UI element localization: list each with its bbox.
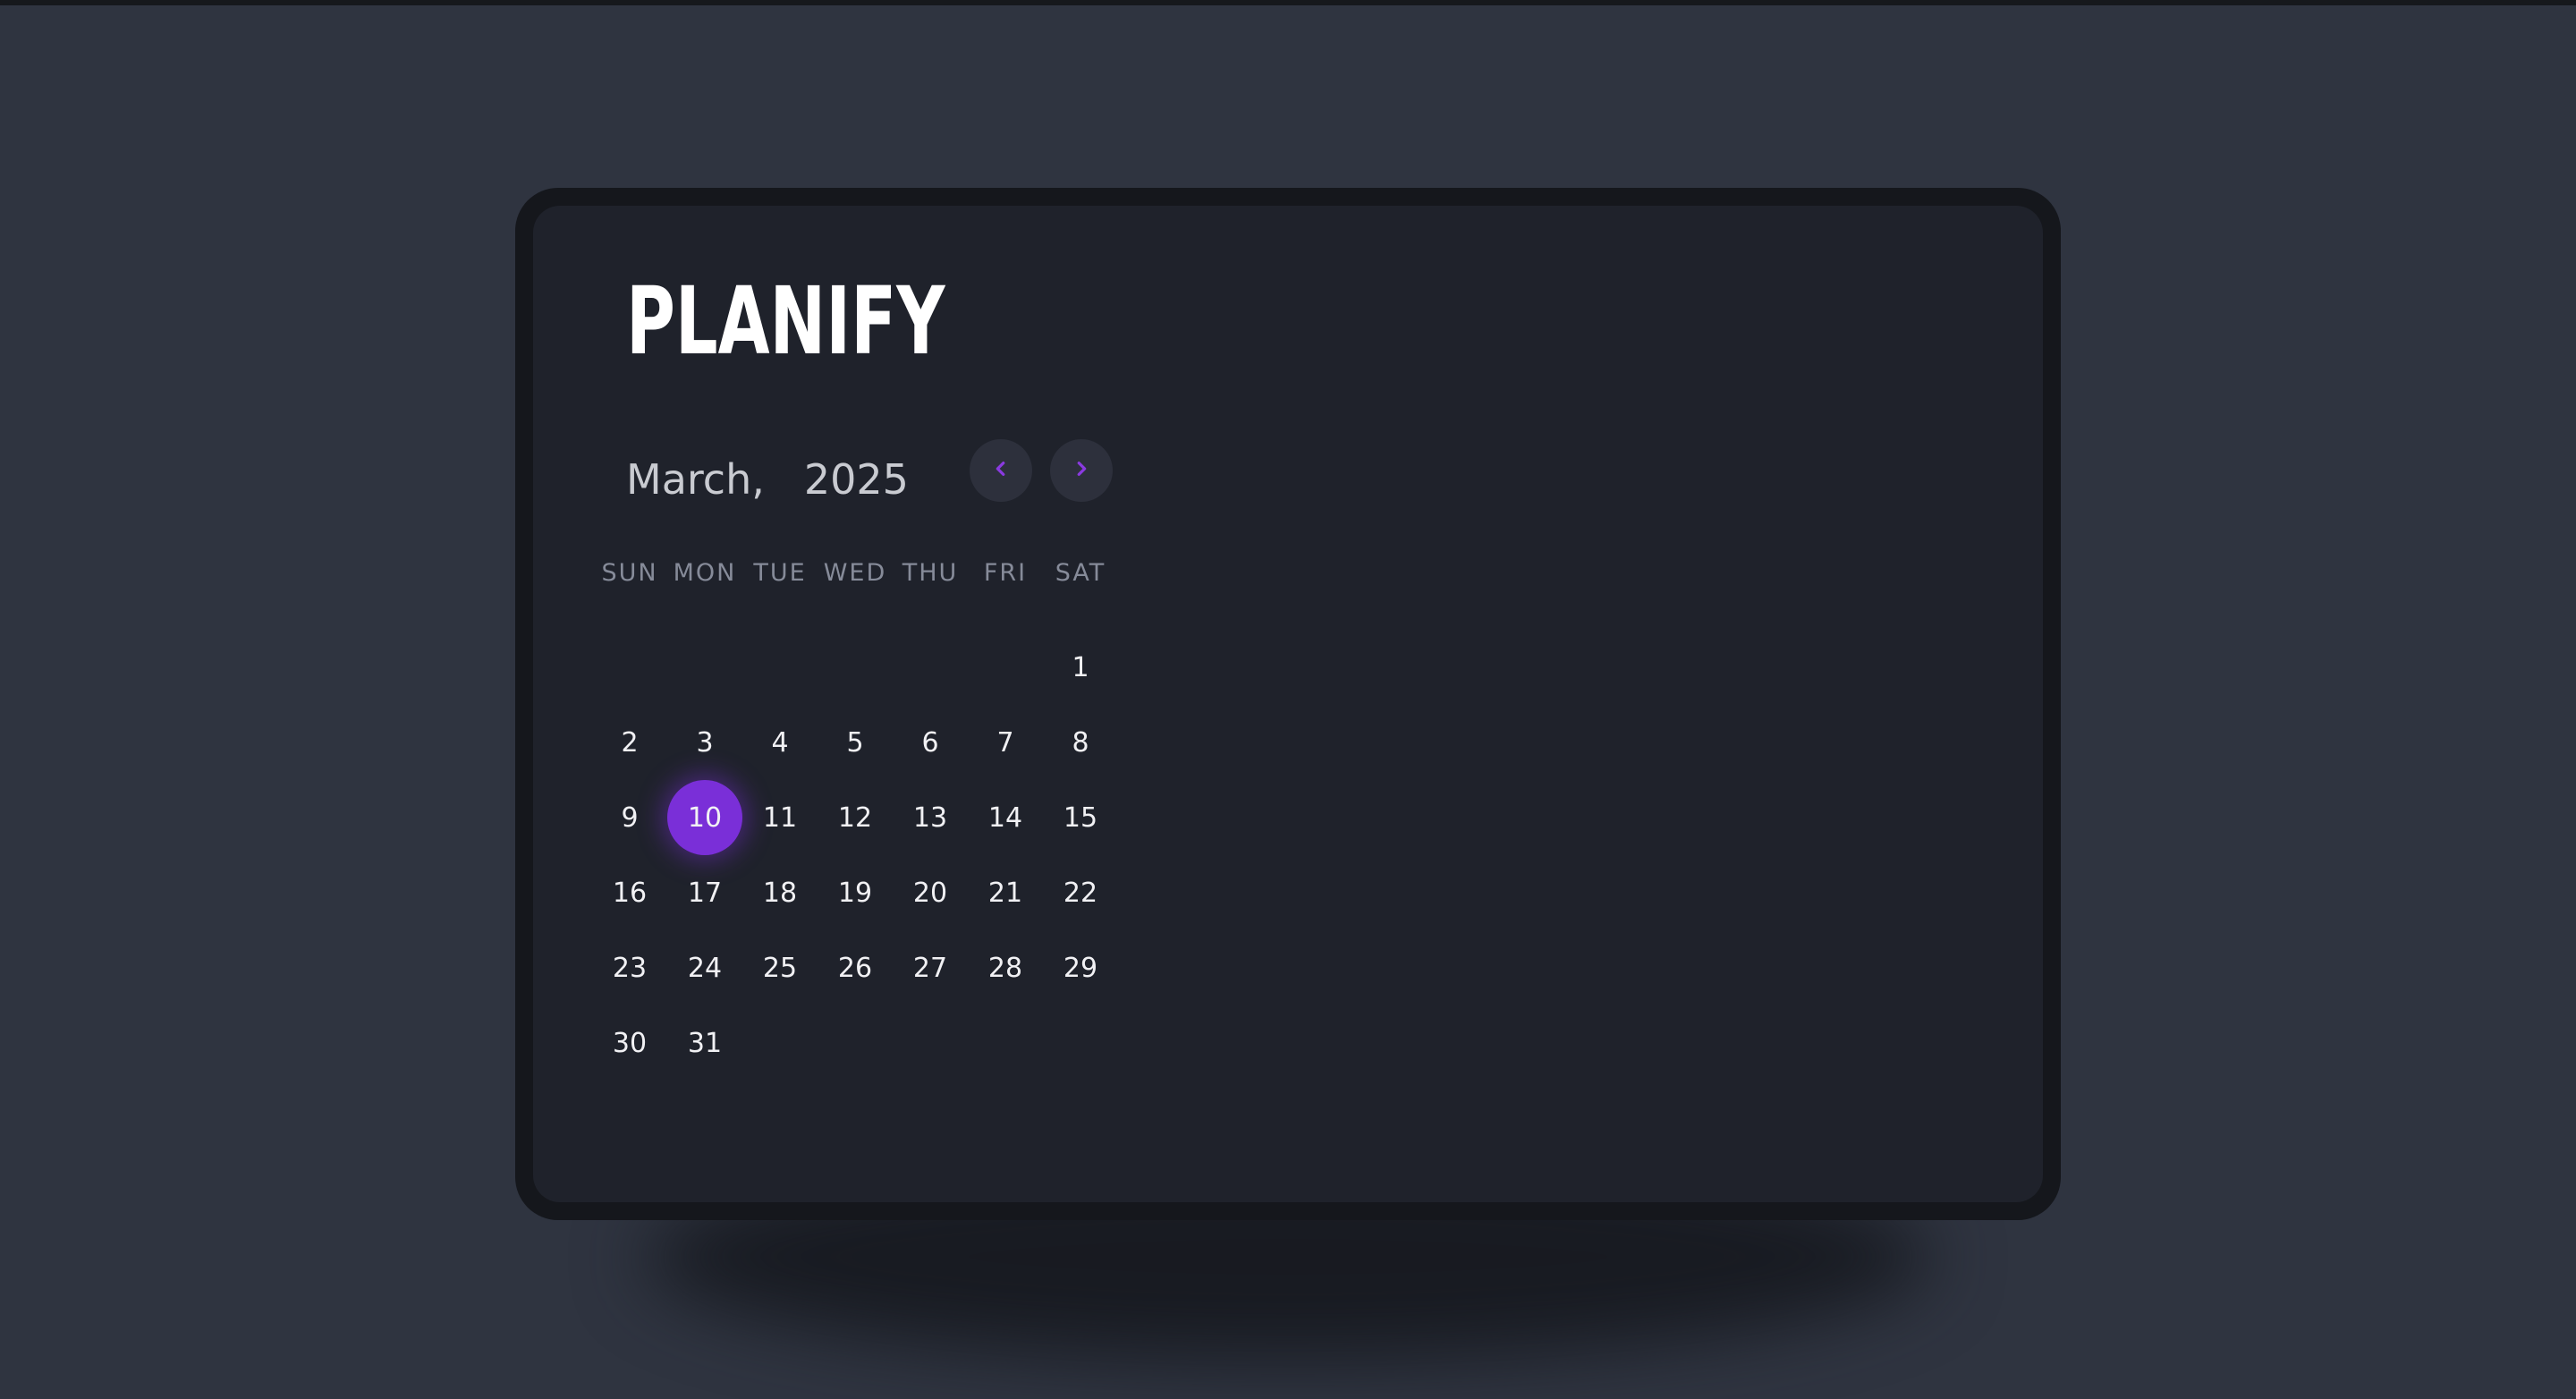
weekday-mon: MON (673, 558, 737, 587)
day-30[interactable]: 30 (592, 1005, 667, 1081)
weekday-thu: THU (902, 558, 959, 587)
month-label: March, (626, 455, 765, 504)
day-number: 12 (837, 801, 873, 834)
day-number: 25 (762, 952, 798, 984)
weekday-fri: FRI (983, 558, 1028, 587)
day-number: 17 (687, 877, 723, 909)
day-number: 8 (1072, 726, 1089, 759)
day-number: 16 (612, 877, 648, 909)
day-number: 11 (762, 801, 798, 834)
day-17[interactable]: 17 (667, 855, 742, 930)
empty-day-cell (893, 630, 968, 705)
day-29[interactable]: 29 (1043, 930, 1118, 1005)
day-number: 1 (1072, 651, 1089, 683)
weekday-header: SUN MON TUE WED THU FRI SAT (592, 546, 1118, 599)
weekday-sat: SAT (1055, 558, 1106, 587)
day-7[interactable]: 7 (968, 705, 1043, 780)
day-24[interactable]: 24 (667, 930, 742, 1005)
day-3[interactable]: 3 (667, 705, 742, 780)
empty-day-cell (667, 630, 742, 705)
day-20[interactable]: 20 (893, 855, 968, 930)
previous-month-button[interactable] (970, 439, 1032, 502)
top-border (0, 0, 2576, 5)
empty-day-cell (968, 630, 1043, 705)
day-number: 26 (837, 952, 873, 984)
chevron-right-icon (1072, 459, 1091, 482)
day-number: 4 (771, 726, 789, 759)
selected-day-highlight: 10 (667, 780, 742, 855)
day-18[interactable]: 18 (742, 855, 818, 930)
day-number: 22 (1063, 877, 1098, 909)
next-month-button[interactable] (1050, 439, 1113, 502)
chevron-left-icon (991, 459, 1011, 482)
day-9[interactable]: 9 (592, 780, 667, 855)
day-number: 7 (996, 726, 1014, 759)
empty-day-cell (818, 630, 893, 705)
day-number: 3 (696, 726, 714, 759)
day-15[interactable]: 15 (1043, 780, 1118, 855)
day-1[interactable]: 1 (1043, 630, 1118, 705)
day-8[interactable]: 8 (1043, 705, 1118, 780)
month-header: March, 2025 (626, 442, 909, 517)
day-number: 19 (837, 877, 873, 909)
day-number: 30 (612, 1027, 648, 1059)
day-number: 13 (912, 801, 948, 834)
day-16[interactable]: 16 (592, 855, 667, 930)
day-14[interactable]: 14 (968, 780, 1043, 855)
day-number: 10 (687, 801, 723, 834)
day-number: 9 (621, 801, 639, 834)
day-21[interactable]: 21 (968, 855, 1043, 930)
day-23[interactable]: 23 (592, 930, 667, 1005)
day-number: 5 (846, 726, 864, 759)
day-11[interactable]: 11 (742, 780, 818, 855)
day-number: 28 (987, 952, 1023, 984)
day-number: 21 (987, 877, 1023, 909)
day-12[interactable]: 12 (818, 780, 893, 855)
brand-logo: PLANIFY (626, 267, 945, 376)
year-label: 2025 (803, 455, 909, 504)
calendar-grid: SUN MON TUE WED THU FRI SAT 1 2 3 4 5 6 7 8 9 10 1… (592, 546, 1118, 1081)
day-22[interactable]: 22 (1043, 855, 1118, 930)
day-5[interactable]: 5 (818, 705, 893, 780)
day-number: 29 (1063, 952, 1098, 984)
day-number: 15 (1063, 801, 1098, 834)
day-25[interactable]: 25 (742, 930, 818, 1005)
day-number: 31 (687, 1027, 723, 1059)
day-number: 14 (987, 801, 1023, 834)
empty-day-cell (592, 630, 667, 705)
day-4[interactable]: 4 (742, 705, 818, 780)
device-frame: PLANIFY March, 2025 SUN MON TUE WED THU … (515, 188, 2061, 1220)
day-number: 20 (912, 877, 948, 909)
day-6[interactable]: 6 (893, 705, 968, 780)
day-10-selected[interactable]: 10 (667, 780, 742, 855)
day-28[interactable]: 28 (968, 930, 1043, 1005)
day-number: 18 (762, 877, 798, 909)
day-number: 2 (621, 726, 639, 759)
day-31[interactable]: 31 (667, 1005, 742, 1081)
day-19[interactable]: 19 (818, 855, 893, 930)
day-26[interactable]: 26 (818, 930, 893, 1005)
day-13[interactable]: 13 (893, 780, 968, 855)
day-number: 6 (921, 726, 939, 759)
days-grid: 1 2 3 4 5 6 7 8 9 10 11 12 13 14 15 16 17 18 19 20 21 22 23 24 2… (592, 630, 1118, 1081)
app-screen: PLANIFY March, 2025 SUN MON TUE WED THU … (533, 206, 2043, 1202)
weekday-sun: SUN (601, 558, 658, 587)
day-2[interactable]: 2 (592, 705, 667, 780)
weekday-wed: WED (823, 558, 887, 587)
day-number: 24 (687, 952, 723, 984)
weekday-tue: TUE (753, 558, 807, 587)
day-27[interactable]: 27 (893, 930, 968, 1005)
empty-day-cell (742, 630, 818, 705)
day-number: 27 (912, 952, 948, 984)
day-number: 23 (612, 952, 648, 984)
